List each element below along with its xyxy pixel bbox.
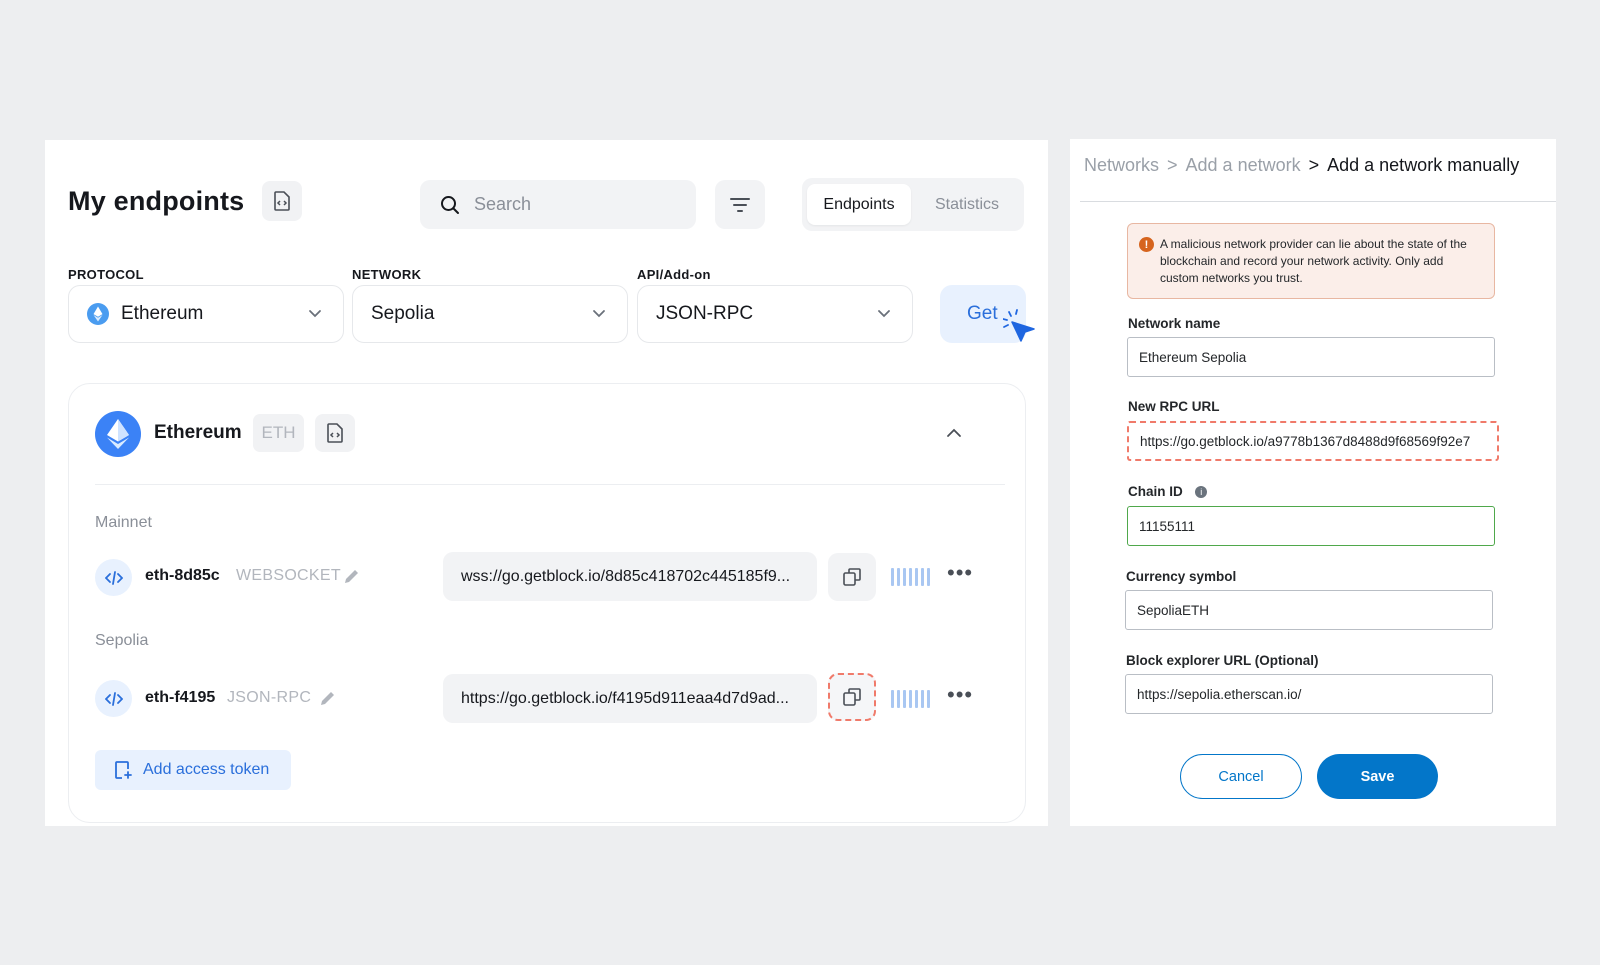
network-name-field[interactable]: Ethereum Sepolia <box>1127 337 1495 377</box>
protocol-label: PROTOCOL <box>68 267 144 282</box>
breadcrumb: Networks > Add a network > Add a network… <box>1084 155 1519 176</box>
protocol-name: Ethereum <box>154 422 242 443</box>
protocol-select[interactable]: Ethereum <box>68 285 344 343</box>
signal-bars-icon <box>891 568 930 586</box>
code-icon <box>95 680 132 717</box>
group-label-sepolia: Sepolia <box>95 632 149 649</box>
breadcrumb-networks[interactable]: Networks <box>1084 155 1159 176</box>
info-icon[interactable]: i <box>1195 485 1208 498</box>
search-box[interactable] <box>420 180 696 229</box>
code-icon <box>95 559 132 596</box>
signal-bars-icon <box>891 690 930 708</box>
cancel-button[interactable]: Cancel <box>1180 754 1302 799</box>
code-file-icon <box>274 191 290 211</box>
rpc-url-label: New RPC URL <box>1128 399 1220 414</box>
card-divider <box>95 484 1005 485</box>
search-input[interactable] <box>474 194 674 215</box>
chain-id-label: Chain ID <box>1128 484 1183 499</box>
page-title: My endpoints <box>68 186 245 216</box>
network-value: Sepolia <box>371 303 435 324</box>
more-options-icon[interactable]: ••• <box>947 682 973 708</box>
pencil-icon[interactable] <box>343 568 360 585</box>
tab-endpoints[interactable]: Endpoints <box>807 184 911 225</box>
cursor-click-icon <box>1003 309 1035 342</box>
network-label: NETWORK <box>352 267 422 282</box>
warning-banner: ! A malicious network provider can lie a… <box>1127 223 1495 299</box>
filter-button[interactable] <box>715 180 765 229</box>
warning-text: A malicious network provider can lie abo… <box>1160 237 1467 285</box>
more-options-icon[interactable]: ••• <box>947 560 973 586</box>
warning-icon: ! <box>1139 237 1154 252</box>
block-explorer-field[interactable]: https://sepolia.etherscan.io/ <box>1125 674 1493 714</box>
tab-statistics[interactable]: Statistics <box>915 184 1019 225</box>
header-divider <box>1080 201 1556 202</box>
protocol-value: Ethereum <box>121 303 204 324</box>
rpc-url-field[interactable]: https://go.getblock.io/a9778b1367d8488d9… <box>1127 421 1499 461</box>
breadcrumb-current: Add a network manually <box>1327 155 1520 175</box>
breadcrumb-separator: > <box>1167 155 1178 175</box>
chain-id-label-row: Chain ID i <box>1128 483 1208 501</box>
protocol-card: Ethereum ETH Mainnet eth-8d85c WEBSOCKET… <box>68 383 1026 823</box>
protocol-docs-button[interactable] <box>315 414 355 452</box>
search-icon <box>441 195 459 214</box>
currency-symbol-label: Currency symbol <box>1126 569 1237 584</box>
docs-button[interactable] <box>262 181 302 221</box>
pencil-icon[interactable] <box>319 690 336 707</box>
network-name-label: Network name <box>1128 316 1221 331</box>
ticker-badge: ETH <box>253 414 304 452</box>
add-token-label: Add access token <box>143 761 270 778</box>
network-select[interactable]: Sepolia <box>352 285 628 343</box>
api-select[interactable]: JSON-RPC <box>637 285 913 343</box>
endpoint-url[interactable]: https://go.getblock.io/f4195d911eaa4d7d9… <box>443 674 817 723</box>
breadcrumb-separator: > <box>1308 155 1320 175</box>
endpoints-panel: My endpoints Endpoints Statistics PROTOC… <box>45 140 1048 826</box>
copy-button-highlighted[interactable] <box>828 673 876 721</box>
api-value: JSON-RPC <box>656 303 754 324</box>
code-file-icon <box>327 423 343 443</box>
currency-symbol-field[interactable]: SepoliaETH <box>1125 590 1493 630</box>
endpoint-url[interactable]: wss://go.getblock.io/8d85c418702c445185f… <box>443 552 817 601</box>
endpoint-name: eth-f4195 <box>145 689 216 706</box>
chevron-down-icon <box>309 310 321 318</box>
endpoint-type: JSON-RPC <box>227 689 312 706</box>
copy-icon <box>843 688 861 706</box>
breadcrumb-add-network[interactable]: Add a network <box>1186 155 1301 176</box>
copy-icon <box>843 568 861 586</box>
add-access-token-button[interactable]: Add access token <box>95 750 291 790</box>
view-tabs: Endpoints Statistics <box>802 178 1024 231</box>
endpoint-name: eth-8d85c <box>145 567 220 584</box>
add-token-icon <box>115 761 132 779</box>
api-label: API/Add-on <box>637 267 711 282</box>
group-label-mainnet: Mainnet <box>95 514 152 531</box>
endpoint-type: WEBSOCKET <box>236 567 341 584</box>
chevron-up-icon[interactable] <box>945 424 963 442</box>
add-network-panel: Networks > Add a network > Add a network… <box>1070 139 1556 826</box>
copy-button[interactable] <box>828 553 876 601</box>
filter-icon <box>730 197 750 212</box>
save-button[interactable]: Save <box>1317 754 1438 799</box>
chain-id-field[interactable]: 11155111 <box>1127 506 1495 546</box>
ethereum-logo-icon <box>95 411 141 457</box>
chevron-down-icon <box>593 310 605 318</box>
ethereum-icon <box>87 303 109 325</box>
block-explorer-label: Block explorer URL (Optional) <box>1126 653 1319 668</box>
chevron-down-icon <box>878 310 890 318</box>
